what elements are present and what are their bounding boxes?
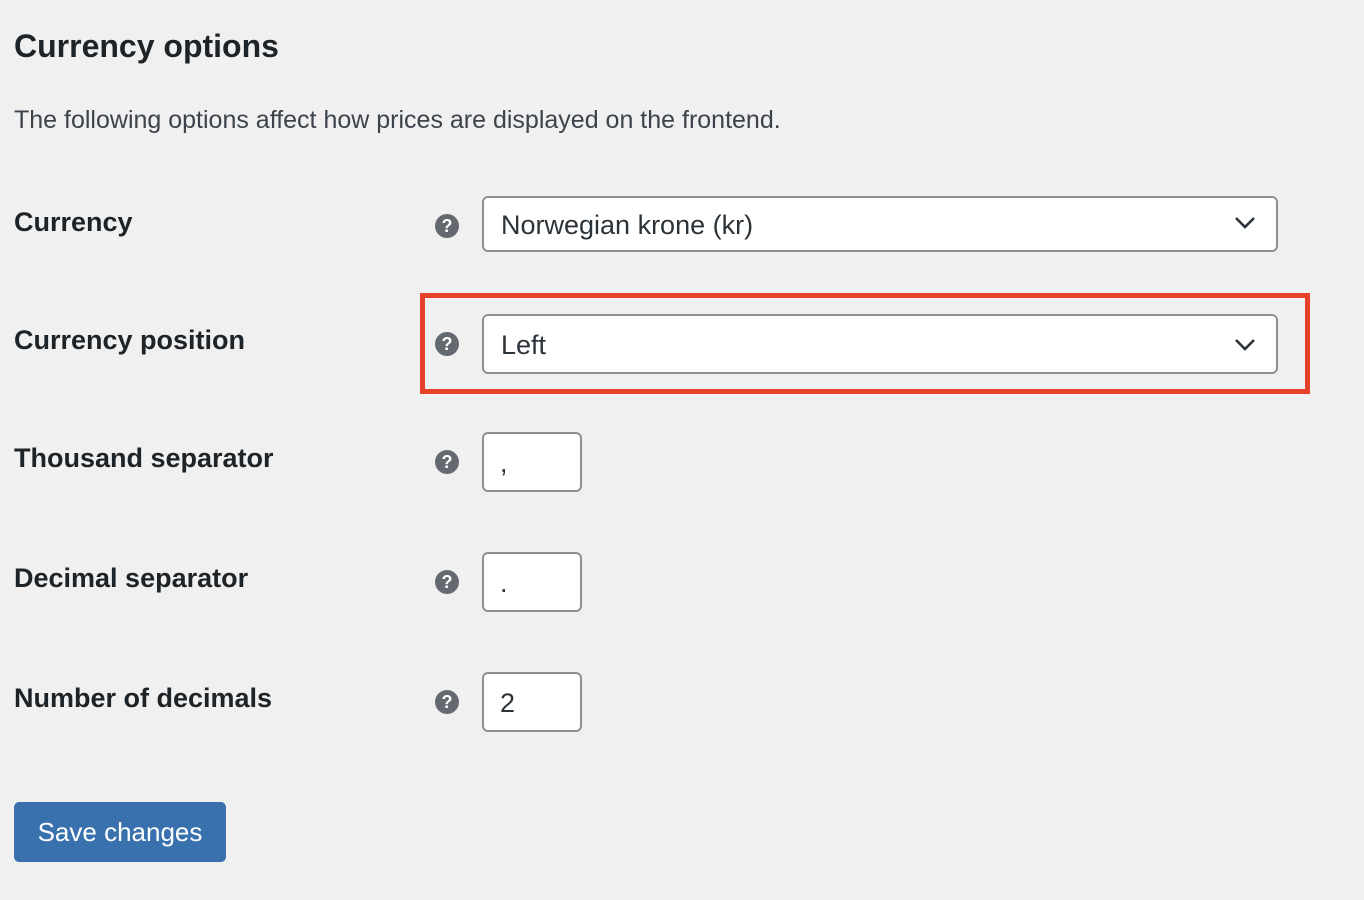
field-label: Number of decimals (14, 683, 273, 713)
page-title: Currency options (14, 28, 279, 64)
field-row-number-of-decimals: Number of decimals ? 2 (0, 672, 1364, 732)
select-value: Left (501, 330, 547, 360)
chevron-down-icon (1235, 217, 1255, 229)
field-row-decimal-separator: Decimal separator ? . (0, 552, 1364, 612)
field-label: Currency position (14, 325, 246, 355)
currency-position-select[interactable]: Left (482, 314, 1278, 374)
help-icon[interactable]: ? (435, 450, 459, 474)
help-icon[interactable]: ? (435, 570, 459, 594)
field-row-currency: Currency ? Norwegian krone (kr) (0, 196, 1364, 256)
chevron-down-icon (1235, 339, 1255, 351)
select-value: Norwegian krone (kr) (501, 210, 754, 240)
help-icon[interactable]: ? (435, 690, 459, 714)
section-description: The following options affect how prices … (14, 106, 781, 134)
help-icon[interactable]: ? (435, 214, 459, 238)
help-icon[interactable]: ? (435, 332, 459, 356)
field-label: Decimal separator (14, 563, 249, 593)
save-changes-button[interactable]: Save changes (14, 802, 226, 862)
currency-select[interactable]: Norwegian krone (kr) (482, 196, 1278, 252)
field-row-thousand-separator: Thousand separator ? , (0, 432, 1364, 492)
field-row-currency-position: Currency position ? Left (0, 314, 1364, 374)
field-label: Currency (14, 207, 133, 237)
thousand-separator-input[interactable]: , (482, 432, 582, 492)
field-label: Thousand separator (14, 443, 274, 473)
decimal-separator-input[interactable]: . (482, 552, 582, 612)
number-of-decimals-input[interactable]: 2 (482, 672, 582, 732)
